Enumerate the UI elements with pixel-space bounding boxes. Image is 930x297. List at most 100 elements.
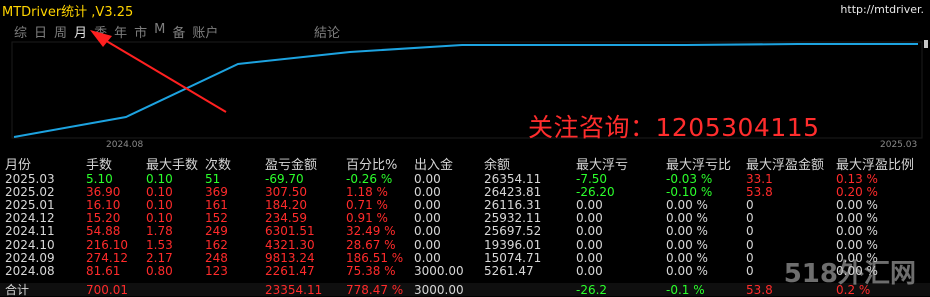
- hdr-lots: 手数: [86, 158, 113, 173]
- table-cell: 0.00: [576, 198, 603, 213]
- table-cell: 369: [205, 185, 228, 200]
- table-cell: 4321.30: [265, 237, 315, 252]
- table-cell: 0.10: [146, 185, 173, 200]
- table-cell: 51: [205, 172, 221, 186]
- table-cell: 0.00: [414, 211, 441, 226]
- table-cell: 0.00: [576, 250, 603, 265]
- table-cell: 0: [746, 237, 754, 252]
- table-cell: 1.78: [146, 224, 173, 239]
- table-cell: 0.13 %: [836, 172, 878, 186]
- table-cell: 0.00: [576, 211, 603, 226]
- total-cell: 53.8: [746, 283, 773, 297]
- table-cell: 25932.11: [484, 211, 542, 226]
- table-cell: 0: [746, 224, 754, 239]
- table-cell: 33.1: [746, 172, 773, 186]
- table-cell: 0.00 %: [666, 237, 708, 252]
- table-cell: 0.20 %: [836, 185, 878, 200]
- table-cell: 1.18 %: [346, 185, 388, 200]
- hdr-trades: 次数: [205, 158, 232, 173]
- hdr-max-float-profit: 最大浮盈金额: [746, 158, 825, 173]
- table-cell: 162: [205, 237, 228, 252]
- table-cell: 0.80: [146, 263, 173, 278]
- table-cell: 274.12: [86, 250, 128, 265]
- total-cell: 700.01: [86, 283, 128, 297]
- hdr-max-float-loss: 最大浮亏: [576, 158, 629, 173]
- table-cell: -26.20: [576, 185, 615, 200]
- table-cell: 2261.47: [265, 263, 315, 278]
- table-cell: 6301.51: [265, 224, 315, 239]
- table-cell: 16.10: [86, 198, 121, 213]
- table-cell: 184.20: [265, 198, 307, 213]
- hdr-max-float-profit-pct: 最大浮盈比例: [836, 158, 915, 173]
- table-cell: 19396.01: [484, 237, 542, 252]
- table-cell: 0.00: [414, 185, 441, 200]
- table-cell: 54.88: [86, 224, 121, 239]
- table-cell: 0.00 %: [666, 263, 708, 278]
- table-cell: 81.61: [86, 263, 121, 278]
- hdr-pnl: 盈亏金额: [265, 158, 318, 173]
- table-cell: 15074.71: [484, 250, 542, 265]
- table-cell: 0: [746, 250, 754, 265]
- table-cell: 2025.01: [5, 198, 55, 213]
- table-cell: 0.10: [146, 211, 173, 226]
- table-cell: 152: [205, 211, 228, 226]
- table-cell: 2.17: [146, 250, 173, 265]
- table-cell: 0.00 %: [666, 211, 708, 226]
- table-cell: 5.10: [86, 172, 113, 186]
- table-cell: 32.49 %: [346, 224, 396, 239]
- table-cell: 234.59: [265, 211, 307, 226]
- table-cell: 36.90: [86, 185, 121, 200]
- hdr-max-float-loss-pct: 最大浮亏比: [666, 158, 732, 173]
- total-cell: 合计: [5, 283, 30, 297]
- hdr-balance: 余额: [484, 158, 511, 173]
- table-cell: 0.91 %: [346, 211, 388, 226]
- table-cell: 0.00: [414, 250, 441, 265]
- promo-text: 关注咨询：1205304115: [528, 113, 820, 142]
- table-cell: 161: [205, 198, 228, 213]
- watermark: 518外汇网: [783, 259, 916, 289]
- table-cell: 0.00: [414, 172, 441, 186]
- table-cell: 2024.09: [5, 250, 55, 265]
- table-cell: 25697.52: [484, 224, 542, 239]
- table-cell: -0.10 %: [666, 185, 713, 200]
- table-cell: 2025.03: [5, 172, 55, 186]
- table-cell: 26354.11: [484, 172, 542, 186]
- table-cell: -0.26 %: [346, 172, 393, 186]
- table-cell: 53.8: [746, 185, 773, 200]
- table-cell: 0.00 %: [836, 198, 878, 213]
- table-cell: 75.38 %: [346, 263, 396, 278]
- table-cell: 0.00: [576, 237, 603, 252]
- hdr-month: 月份: [5, 158, 32, 173]
- table-cell: 216.10: [86, 237, 128, 252]
- table-cell: -0.03 %: [666, 172, 713, 186]
- table-cell: 2024.12: [5, 211, 55, 226]
- table-cell: 2025.02: [5, 185, 55, 200]
- table-cell: 26423.81: [484, 185, 542, 200]
- hdr-pct: 百分比%: [346, 158, 398, 173]
- table-cell: 1.53: [146, 237, 173, 252]
- table-cell: 0: [746, 198, 754, 213]
- total-cell: -0.1 %: [666, 283, 705, 297]
- table-cell: 0.00 %: [666, 250, 708, 265]
- table-cell: 0.00: [576, 224, 603, 239]
- table-cell: 248: [205, 250, 228, 265]
- table-cell: 28.67 %: [346, 237, 396, 252]
- table-cell: 0.00 %: [836, 224, 878, 239]
- table-cell: 0.00 %: [836, 211, 878, 226]
- total-cell: 778.47 %: [346, 283, 404, 297]
- table-cell: 26116.31: [484, 198, 542, 213]
- table-cell: 2024.08: [5, 263, 55, 278]
- table-cell: 0.00 %: [836, 237, 878, 252]
- table-cell: 0.71 %: [346, 198, 388, 213]
- table-cell: 307.50: [265, 185, 307, 200]
- table-cell: 0.00 %: [666, 198, 708, 213]
- table-cell: 15.20: [86, 211, 121, 226]
- table-cell: 2024.11: [5, 224, 55, 239]
- hdr-max-lots: 最大手数: [146, 158, 199, 173]
- table-cell: 5261.47: [484, 263, 534, 278]
- table-cell: 9813.24: [265, 250, 315, 265]
- table-cell: 3000.00: [414, 263, 464, 278]
- total-cell: 3000.00: [414, 283, 464, 297]
- table-cell: -69.70: [265, 172, 304, 186]
- table-cell: 186.51 %: [346, 250, 404, 265]
